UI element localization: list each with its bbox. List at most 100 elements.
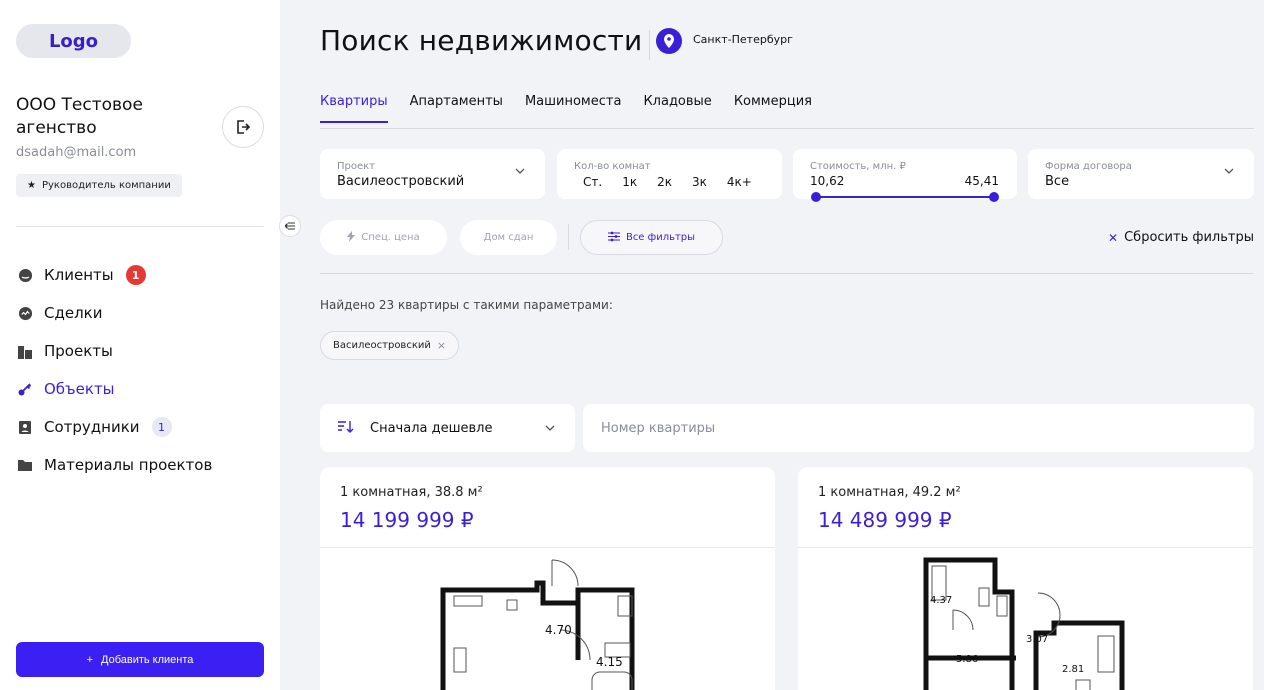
all-filters-button[interactable]: Все фильтры bbox=[580, 220, 723, 255]
sidebar-divider bbox=[16, 226, 264, 227]
collapse-icon bbox=[285, 222, 295, 230]
role-badge: ★ Руководитель компании bbox=[16, 174, 182, 197]
price-max: 45,41 bbox=[964, 174, 999, 188]
add-client-label: Добавить клиента bbox=[101, 653, 194, 666]
contract-filter[interactable]: Форма договора Все bbox=[1028, 149, 1254, 199]
pill-label: Дом сдан bbox=[483, 232, 534, 243]
count-badge: 1 bbox=[151, 417, 172, 437]
reset-label: Сбросить фильтры bbox=[1124, 230, 1254, 245]
pill-label: Спец. цена bbox=[361, 232, 420, 243]
price-filter: Стоимость, млн. ₽ 10,62 45,41 bbox=[793, 149, 1017, 202]
sidebar-item-employees[interactable]: Сотрудники 1 bbox=[16, 408, 212, 446]
sidebar-item-objects[interactable]: Объекты bbox=[16, 370, 212, 408]
category-tabs: Квартиры Апартаменты Машиноместа Кладовы… bbox=[320, 94, 812, 123]
filter-label: Форма договора bbox=[1045, 161, 1132, 172]
add-client-button[interactable]: + Добавить клиента bbox=[16, 642, 264, 677]
apartment-price: 14 199 999 ₽ bbox=[340, 508, 474, 532]
tabs-divider bbox=[320, 128, 1254, 129]
id-card-icon bbox=[16, 418, 34, 436]
floor-plan-image: 4.37 3.07 5.86 2.81 bbox=[923, 557, 1125, 690]
agency-email: dsadah@mail.com bbox=[16, 145, 137, 160]
room-area-label: 2.81 bbox=[1062, 664, 1084, 675]
chevron-down-icon bbox=[545, 425, 555, 431]
notification-badge: 1 bbox=[125, 265, 146, 285]
tab-parking[interactable]: Машиноместа bbox=[525, 94, 621, 123]
sidebar: Logo ООО Тестовое агенство dsadah@mail.c… bbox=[0, 0, 280, 690]
key-icon bbox=[16, 380, 34, 398]
apartment-card[interactable]: 1 комнатная, 49.2 м² 14 489 999 ₽ 4.37 3… bbox=[798, 467, 1253, 690]
room-area-label: 4.15 bbox=[596, 655, 623, 669]
handshake-icon bbox=[16, 304, 34, 322]
sidebar-item-label: Клиенты bbox=[44, 266, 114, 284]
folder-icon bbox=[16, 456, 34, 474]
role-label: Руководитель компании bbox=[41, 180, 171, 191]
room-area-label: 4.37 bbox=[930, 595, 952, 606]
filter-value: Все bbox=[1045, 174, 1070, 189]
sidebar-item-deals[interactable]: Сделки bbox=[16, 294, 212, 332]
filter-label: Проект bbox=[337, 161, 376, 172]
tab-storage[interactable]: Кладовые bbox=[643, 94, 711, 123]
apartment-number-input[interactable] bbox=[583, 404, 1254, 452]
sidebar-item-materials[interactable]: Материалы проектов bbox=[16, 446, 212, 484]
chevron-down-icon bbox=[1224, 168, 1234, 174]
lightning-icon bbox=[347, 230, 356, 245]
room-option-1[interactable]: 1к bbox=[622, 175, 637, 189]
sidebar-item-clients[interactable]: Клиенты 1 bbox=[16, 256, 212, 294]
room-area-label: 4.70 bbox=[545, 623, 572, 637]
logout-button[interactable] bbox=[222, 106, 264, 148]
room-option-studio[interactable]: Ст. bbox=[583, 175, 602, 189]
room-option-4plus[interactable]: 4к+ bbox=[727, 175, 752, 189]
pill-separator bbox=[568, 224, 569, 250]
room-area-label: 5.86 bbox=[956, 654, 978, 665]
apartment-card[interactable]: 1 комнатная, 38.8 м² 14 199 999 ₽ 4.70 4… bbox=[320, 467, 775, 690]
collapse-sidebar-button[interactable] bbox=[279, 215, 301, 237]
reset-filters-button[interactable]: ✕ Сбросить фильтры bbox=[1108, 230, 1254, 245]
logout-icon bbox=[237, 120, 251, 134]
location-pin-icon[interactable] bbox=[656, 28, 682, 54]
tab-commercial[interactable]: Коммерция bbox=[734, 94, 812, 123]
logo[interactable]: Logo bbox=[16, 24, 131, 58]
tab-apartments-commercial[interactable]: Апартаменты bbox=[410, 94, 503, 123]
filter-label: Стоимость, млн. ₽ bbox=[810, 161, 906, 172]
rooms-filter: Кол-во комнат Ст. 1к 2к 3к 4к+ bbox=[557, 149, 782, 199]
chevron-down-icon bbox=[515, 168, 525, 174]
main-content: Поиск недвижимости Санкт-Петербург Кварт… bbox=[294, 10, 1264, 690]
floor-plan-image: 4.70 4.15 bbox=[440, 559, 635, 690]
sidebar-item-projects[interactable]: Проекты bbox=[16, 332, 212, 370]
project-filter[interactable]: Проект Василеостровский bbox=[320, 149, 545, 199]
city-selector[interactable]: Санкт-Петербург bbox=[693, 33, 793, 46]
tab-apartments[interactable]: Квартиры bbox=[320, 94, 388, 123]
apartment-type: 1 комнатная, 49.2 м² bbox=[818, 485, 961, 500]
sliders-icon bbox=[607, 231, 620, 245]
sidebar-item-label: Сделки bbox=[44, 304, 103, 322]
star-icon: ★ bbox=[27, 180, 36, 191]
room-option-2[interactable]: 2к bbox=[657, 175, 672, 189]
sidebar-nav: Клиенты 1 Сделки Проекты Объекты Сотрудн… bbox=[16, 256, 212, 484]
price-slider-track[interactable] bbox=[816, 196, 994, 198]
filter-value: Василеостровский bbox=[337, 174, 465, 189]
plus-icon: + bbox=[86, 653, 94, 666]
house-ready-toggle[interactable]: Дом сдан bbox=[460, 220, 557, 255]
pill-label: Все фильтры bbox=[625, 232, 696, 243]
sort-icon bbox=[338, 421, 354, 433]
sidebar-item-label: Сотрудники bbox=[44, 418, 140, 436]
special-price-toggle[interactable]: Спец. цена bbox=[320, 220, 447, 255]
close-icon[interactable]: × bbox=[437, 339, 446, 352]
page-title: Поиск недвижимости bbox=[320, 24, 643, 57]
results-divider bbox=[320, 273, 1254, 274]
apartment-type: 1 комнатная, 38.8 м² bbox=[340, 485, 483, 500]
sidebar-item-label: Материалы проектов bbox=[44, 456, 213, 474]
filter-label: Кол-во комнат bbox=[574, 161, 651, 172]
price-slider-max-handle[interactable] bbox=[989, 192, 999, 202]
sort-label: Сначала дешевле bbox=[370, 421, 493, 436]
results-count-text: Найдено 23 квартиры с такими параметрами… bbox=[320, 298, 613, 312]
sort-dropdown[interactable]: Сначала дешевле bbox=[320, 404, 575, 452]
user-circle-icon bbox=[16, 266, 34, 284]
sidebar-item-label: Объекты bbox=[44, 380, 115, 398]
apartment-price: 14 489 999 ₽ bbox=[818, 508, 952, 532]
active-filter-tag[interactable]: Василеостровский × bbox=[320, 331, 460, 360]
tag-label: Василеостровский bbox=[333, 340, 431, 351]
price-slider-min-handle[interactable] bbox=[811, 192, 821, 202]
title-separator bbox=[649, 30, 650, 60]
room-option-3[interactable]: 3к bbox=[692, 175, 707, 189]
